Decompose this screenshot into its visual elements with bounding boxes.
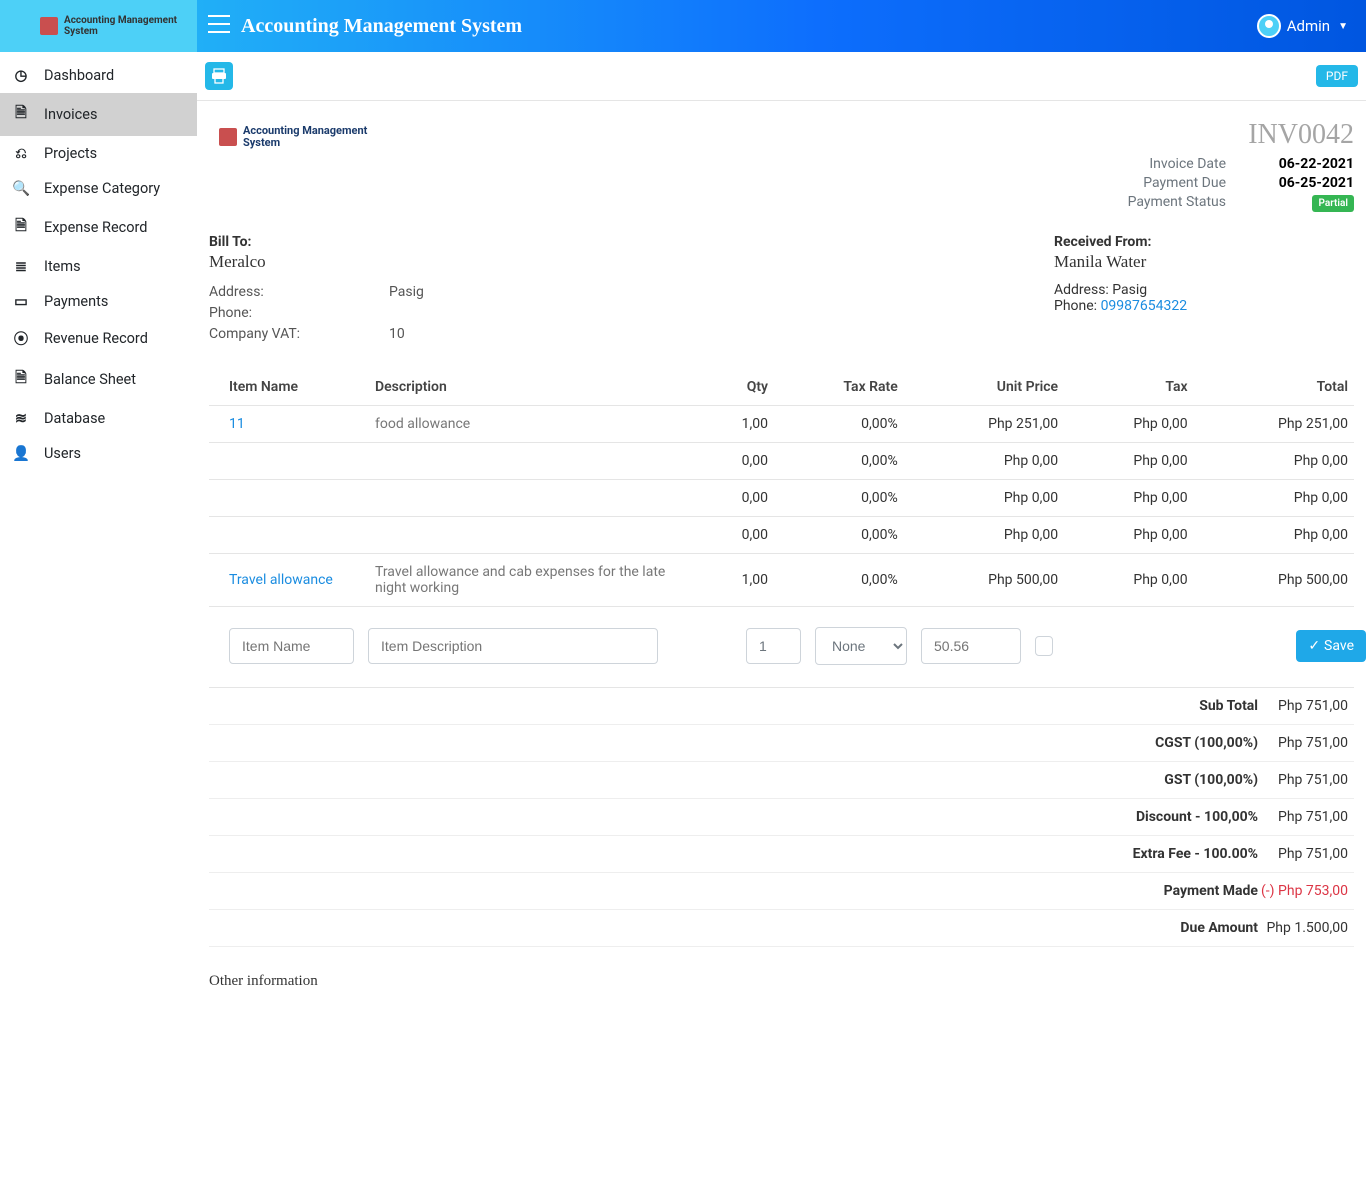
totals: Sub TotalPhp 751,00CGST (100,00%)Php 751…: [209, 688, 1354, 947]
pdf-button[interactable]: PDF: [1316, 65, 1358, 87]
entry-row: None ✓Save: [209, 607, 1354, 688]
received-from: Received From: Manila Water Address: Pas…: [1054, 234, 1354, 345]
app-title: Accounting Management System: [241, 15, 522, 38]
item-name-input[interactable]: [229, 628, 354, 664]
brand-text-top: Accounting Management: [64, 15, 177, 26]
sidebar-item-database[interactable]: ≋Database: [0, 401, 197, 436]
money-icon: ▭: [12, 293, 30, 310]
file-icon: 🗎: [12, 215, 30, 240]
invoice-icon: 🗎: [12, 102, 30, 127]
brand-area: Accounting Management System: [0, 0, 197, 52]
item-link[interactable]: Travel allowance: [229, 572, 333, 588]
total-row: Due AmountPhp 1.500,00: [209, 910, 1354, 947]
user-menu[interactable]: Admin ▼: [1257, 14, 1366, 38]
brand-icon: [219, 128, 237, 146]
table-row: 0,000,00%Php 0,00Php 0,00Php 0,00: [209, 517, 1354, 554]
invoice-brand: Accounting Management System: [209, 119, 1128, 212]
caret-down-icon: ▼: [1338, 21, 1348, 32]
invoice-number: INV0042: [1128, 119, 1354, 151]
app-header: Accounting Management System Accounting …: [0, 0, 1366, 52]
user-name: Admin: [1287, 17, 1330, 35]
database-icon: ≋: [12, 410, 30, 427]
sidebar-item-projects[interactable]: ⎌Projects: [0, 136, 197, 171]
user-icon: 👤: [12, 445, 30, 462]
table-row: 0,000,00%Php 0,00Php 0,00Php 0,00: [209, 443, 1354, 480]
sidebar: ◷Dashboard 🗎Invoices ⎌Projects 🔍Expense …: [0, 52, 197, 1020]
toolbar: PDF: [197, 52, 1366, 100]
sheet-icon: 🗎: [12, 367, 30, 392]
qty-input[interactable]: [746, 628, 801, 664]
item-link[interactable]: 11: [229, 416, 245, 432]
print-button[interactable]: [205, 62, 233, 90]
phone-link[interactable]: 09987654322: [1101, 298, 1188, 314]
bill-to: Bill To: Meralco Address:Pasig Phone: Co…: [209, 234, 1054, 345]
table-row: 11food allowance1,000,00%Php 251,00Php 0…: [209, 406, 1354, 443]
brand-text-bottom: System: [64, 26, 177, 37]
avatar-icon: [1257, 14, 1281, 38]
save-button[interactable]: ✓Save: [1296, 630, 1366, 662]
hamburger-icon[interactable]: [197, 15, 241, 37]
items-table: Item Name Description Qty Tax Rate Unit …: [209, 369, 1354, 607]
invoice-meta: INV0042 Invoice Date06-22-2021 Payment D…: [1128, 119, 1354, 212]
search-icon: 🔍: [12, 180, 30, 197]
check-icon: ✓: [1308, 638, 1320, 654]
tax-select[interactable]: None: [815, 627, 907, 665]
sidebar-item-expense-category[interactable]: 🔍Expense Category: [0, 171, 197, 206]
total-row: Payment Made(-) Php 753,00: [209, 873, 1354, 910]
sidebar-item-payments[interactable]: ▭Payments: [0, 284, 197, 319]
total-row: GST (100,00%)Php 751,00: [209, 762, 1354, 799]
list-icon: ≣: [12, 258, 30, 275]
projects-icon: ⎌: [12, 145, 30, 162]
total-row: Discount - 100,00%Php 751,00: [209, 799, 1354, 836]
sidebar-item-dashboard[interactable]: ◷Dashboard: [0, 58, 197, 93]
sidebar-item-revenue-record[interactable]: ⦿Revenue Record: [0, 319, 197, 358]
sidebar-item-balance-sheet[interactable]: 🗎Balance Sheet: [0, 358, 197, 401]
extra-input[interactable]: [1035, 636, 1053, 656]
main-content: PDF Accounting Management System INV0042…: [197, 52, 1366, 1020]
status-badge: Partial: [1312, 195, 1354, 213]
total-row: Extra Fee - 100.00%Php 751,00: [209, 836, 1354, 873]
invoice-panel: Accounting Management System INV0042 Inv…: [197, 100, 1366, 1020]
sidebar-item-users[interactable]: 👤Users: [0, 436, 197, 471]
sidebar-item-invoices[interactable]: 🗎Invoices: [0, 93, 197, 136]
total-row: Sub TotalPhp 751,00: [209, 688, 1354, 725]
sidebar-item-expense-record[interactable]: 🗎Expense Record: [0, 206, 197, 249]
sidebar-item-items[interactable]: ≣Items: [0, 249, 197, 284]
revenue-icon: ⦿: [12, 328, 30, 349]
total-row: CGST (100,00%)Php 751,00: [209, 725, 1354, 762]
price-input[interactable]: [921, 628, 1021, 664]
brand-icon: [40, 17, 58, 35]
table-row: Travel allowanceTravel allowance and cab…: [209, 554, 1354, 607]
print-icon: [211, 68, 227, 84]
item-desc-input[interactable]: [368, 628, 658, 664]
dashboard-icon: ◷: [12, 67, 30, 84]
other-info: Other information: [209, 973, 1354, 990]
table-row: 0,000,00%Php 0,00Php 0,00Php 0,00: [209, 480, 1354, 517]
